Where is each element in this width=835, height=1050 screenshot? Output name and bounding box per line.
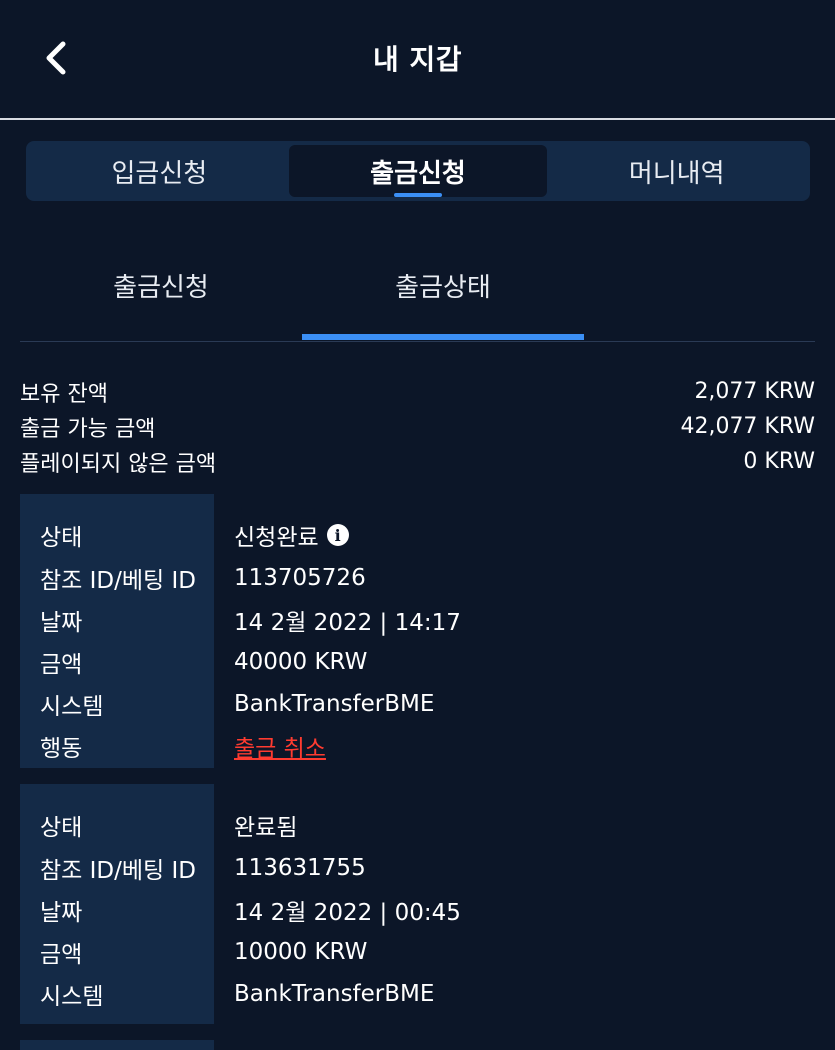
date-label: 날짜 — [40, 610, 83, 636]
balance-value: 2,077 KRW — [694, 379, 815, 404]
page-title: 내 지갑 — [372, 43, 463, 76]
status-text: 신청완료 — [234, 525, 319, 551]
date-value: 14 2월 2022 | 00:45 — [234, 900, 461, 926]
main-tabs: 입금신청 출금신청 머니내역 — [26, 141, 810, 201]
status-value: 신청완료 i — [234, 518, 349, 552]
sub-tabs: 출금신청 출금상태 — [20, 230, 815, 342]
balance-row: 출금 가능 금액 42,077 KRW — [20, 409, 815, 444]
system-value: BankTransferBME — [234, 691, 435, 717]
balance-row: 플레이되지 않은 금액 0 KRW — [20, 444, 815, 479]
status-value: 완료됨 — [234, 815, 298, 841]
balance-label: 보유 잔액 — [20, 381, 108, 407]
balance-value: 0 KRW — [743, 449, 815, 474]
tab-withdraw-request[interactable]: 출금신청 — [288, 145, 548, 197]
status-label: 상태 — [40, 815, 83, 841]
info-icon[interactable]: i — [326, 524, 349, 546]
tab-label: 머니내역 — [628, 158, 725, 189]
system-label: 시스템 — [40, 984, 104, 1010]
withdrawal-card-partial — [20, 1040, 214, 1050]
withdrawal-card: 상태 신청완료 i 참조 ID/베팅 ID 113705726 날짜 14 2월… — [20, 494, 815, 768]
reference-label: 참조 ID/베팅 ID — [40, 858, 196, 884]
balance-label: 플레이되지 않은 금액 — [20, 451, 217, 477]
date-label: 날짜 — [40, 900, 83, 926]
amount-value: 10000 KRW — [234, 939, 368, 965]
action-label: 행동 — [40, 736, 83, 762]
tab-label: 입금신청 — [111, 158, 208, 189]
reference-value: 113631755 — [234, 855, 366, 881]
cancel-withdrawal-link[interactable]: 출금 취소 — [234, 729, 326, 763]
active-tab-indicator — [394, 193, 442, 197]
date-value: 14 2월 2022 | 14:17 — [234, 610, 461, 636]
system-label: 시스템 — [40, 694, 104, 720]
app-header: 내 지갑 — [0, 0, 835, 120]
tab-label: 출금신청 — [370, 158, 466, 189]
balance-row: 보유 잔액 2,077 KRW — [20, 374, 815, 409]
balance-label: 출금 가능 금액 — [20, 416, 156, 442]
subtab-label: 출금상태 — [395, 272, 491, 303]
amount-value: 40000 KRW — [234, 649, 368, 675]
withdrawal-card: 상태 완료됨 참조 ID/베팅 ID 113631755 날짜 14 2월 20… — [20, 784, 815, 1024]
subtab-withdraw-status[interactable]: 출금상태 — [302, 230, 584, 340]
action-value: 출금 취소 — [234, 729, 326, 763]
status-label: 상태 — [40, 525, 83, 551]
tab-deposit-request[interactable]: 입금신청 — [30, 145, 289, 197]
subtab-withdraw-request[interactable]: 출금신청 — [20, 230, 302, 340]
amount-label: 금액 — [40, 652, 83, 678]
subtab-label: 출금신청 — [113, 272, 209, 303]
balance-summary: 보유 잔액 2,077 KRW 출금 가능 금액 42,077 KRW 플레이되… — [20, 374, 815, 479]
system-value: BankTransferBME — [234, 981, 435, 1007]
amount-label: 금액 — [40, 942, 83, 968]
tab-money-history[interactable]: 머니내역 — [547, 145, 806, 197]
reference-value: 113705726 — [234, 565, 366, 591]
balance-value: 42,077 KRW — [680, 414, 815, 439]
reference-label: 참조 ID/베팅 ID — [40, 568, 196, 594]
